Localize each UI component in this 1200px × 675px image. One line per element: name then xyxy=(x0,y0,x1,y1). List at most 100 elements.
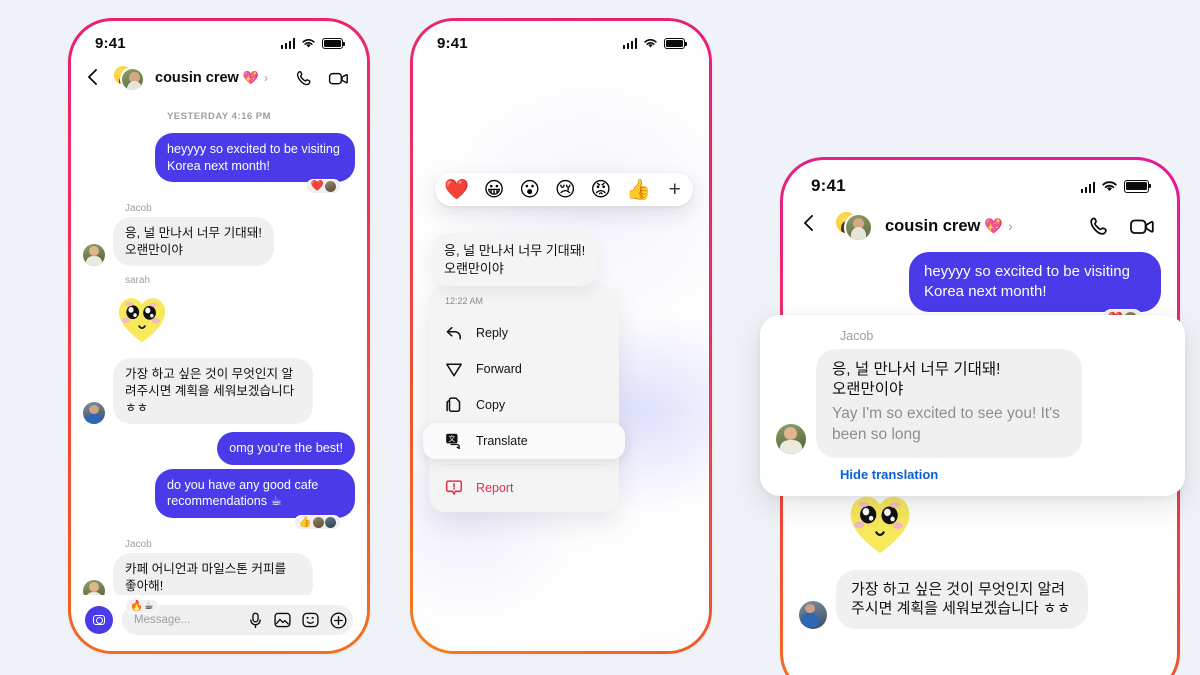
translated-text: Yay I'm so excited to see you! It's been… xyxy=(832,405,1060,443)
message-row-outgoing[interactable]: heyyyy so excited to be visiting Korea n… xyxy=(83,133,355,183)
translate-icon: 文 xyxy=(445,432,463,450)
avatar[interactable] xyxy=(834,210,874,242)
phone-call-icon[interactable] xyxy=(1088,215,1111,238)
fire-icon: 🔥 xyxy=(130,600,144,613)
message-row-outgoing[interactable]: omg you're the best! xyxy=(83,432,355,465)
menu-item-label: Copy xyxy=(476,398,506,412)
message-bubble[interactable]: heyyyy so excited to be visiting Korea n… xyxy=(909,252,1161,312)
message-bubble[interactable]: do you have any good cafe recommendation… xyxy=(155,468,355,519)
phone-call-icon[interactable] xyxy=(295,69,314,88)
status-clock: 9:41 xyxy=(811,176,846,195)
phone-2-frame: 9:41 ❤️ 😀 😮 😢 😡 👍 + 응, 널 만나서 너무 기대돼! 오랜만… xyxy=(410,18,712,654)
composer-icons xyxy=(248,612,347,629)
thumbs-up-icon: 👍 xyxy=(298,516,312,529)
context-menu-wrap: 12:22 AM Reply Forward Copy 文 Translate … xyxy=(423,286,625,512)
yellow-heart-face-sticker[interactable] xyxy=(113,289,355,352)
chat-header: cousin crew 💖 › xyxy=(71,56,367,101)
surprised-face-icon[interactable]: 😮 xyxy=(519,180,540,200)
menu-item-copy[interactable]: Copy xyxy=(429,387,619,423)
avatar xyxy=(776,424,806,455)
status-bar: 9:41 xyxy=(71,21,367,56)
sparkling-heart-icon: 💖 xyxy=(242,70,259,85)
focused-message-bubble[interactable]: 응, 널 만나서 너무 기대돼! 오랜만이야 xyxy=(431,233,599,287)
chat-title-group[interactable]: cousin crew 💖 › xyxy=(155,70,268,86)
message-thread[interactable]: YESTERDAY 4:16 PM heyyyy so excited to b… xyxy=(71,111,367,614)
reaction-badge[interactable]: ❤️ xyxy=(305,179,341,195)
avatar[interactable] xyxy=(112,64,146,92)
video-camera-icon[interactable] xyxy=(1129,215,1155,238)
copy-pages-icon xyxy=(445,396,463,414)
reaction-badge[interactable]: 👍 xyxy=(293,515,341,531)
status-icons xyxy=(280,38,345,49)
message-row-incoming[interactable]: 응, 널 만나서 너무 기대돼! 오랜만이야 xyxy=(83,217,355,267)
cellular-bars-icon xyxy=(280,38,295,49)
message-bubble[interactable]: 응, 널 만나서 너무 기대돼! 오랜만이야 Yay I'm so excite… xyxy=(816,349,1082,459)
message-composer xyxy=(71,595,367,651)
screenshot-canvas: 9:41 cousin crew 💖 › YESTERDAY 4:16 PM h… xyxy=(0,0,1200,675)
report-warning-icon xyxy=(445,479,463,497)
crying-face-icon[interactable]: 😢 xyxy=(555,180,576,200)
header-actions xyxy=(295,69,349,88)
reaction-badge[interactable]: 🔥 ☕ xyxy=(125,599,159,614)
message-row-incoming[interactable]: 가장 하고 싶은 것이 무엇인지 알려주시면 계획을 세워보겠습니다 ㅎㅎ xyxy=(83,358,355,425)
angry-face-icon[interactable]: 😡 xyxy=(590,180,611,200)
camera-icon[interactable] xyxy=(85,606,113,634)
status-icons xyxy=(622,38,687,49)
page-title: cousin crew xyxy=(155,70,239,86)
red-heart-icon[interactable]: ❤️ xyxy=(444,180,469,200)
phone-2-screen: 9:41 ❤️ 😀 😮 😢 😡 👍 + 응, 널 만나서 너무 기대돼! 오랜만… xyxy=(413,21,709,651)
grinning-face-icon[interactable]: 😀 xyxy=(484,180,505,200)
status-clock: 9:41 xyxy=(95,35,126,52)
video-camera-icon[interactable] xyxy=(328,69,349,88)
context-menu[interactable]: 12:22 AM Reply Forward Copy 文 Translate … xyxy=(423,286,625,512)
cellular-bars-icon xyxy=(1080,180,1095,193)
avatar-primary xyxy=(120,67,145,92)
avatar xyxy=(799,601,827,630)
menu-item-report[interactable]: Report xyxy=(429,470,619,506)
sparkling-heart-icon: 💖 xyxy=(984,218,1004,235)
menu-item-reply[interactable]: Reply xyxy=(429,315,619,351)
yellow-heart-face-sticker[interactable] xyxy=(843,485,1161,564)
thumbs-up-icon[interactable]: 👍 xyxy=(626,180,651,200)
reactor-avatar xyxy=(325,181,336,193)
message-bubble[interactable]: heyyyy so excited to be visiting Korea n… xyxy=(155,133,355,183)
coffee-icon: ☕ xyxy=(144,600,154,613)
plus-circle-icon[interactable] xyxy=(330,612,347,629)
header-actions xyxy=(1088,215,1155,238)
back-chevron-icon[interactable] xyxy=(801,215,823,237)
message-row-outgoing[interactable]: do you have any good cafe recommendation… xyxy=(83,468,355,519)
status-clock: 9:41 xyxy=(437,35,468,52)
message-row-outgoing[interactable]: heyyyy so excited to be visiting Korea n… xyxy=(799,252,1161,312)
chevron-right-icon: › xyxy=(264,71,268,85)
avatar-primary xyxy=(844,213,873,242)
translation-body: 응, 널 만나서 너무 기대돼! 오랜만이야 Yay I'm so excite… xyxy=(776,349,1167,459)
sticker-icon[interactable] xyxy=(302,612,319,628)
status-bar: 9:41 xyxy=(783,160,1177,200)
message-bubble[interactable]: 가장 하고 싶은 것이 무엇인지 알려주시면 계획을 세워보겠습니다 ㅎㅎ xyxy=(113,358,313,425)
back-chevron-icon[interactable] xyxy=(85,69,103,87)
menu-item-label: Reply xyxy=(476,326,508,340)
battery-full-icon xyxy=(1124,179,1151,193)
microphone-icon[interactable] xyxy=(248,612,263,629)
menu-item-label: Forward xyxy=(476,362,522,376)
reaction-picker-bar[interactable]: ❤️ 😀 😮 😢 😡 👍 + xyxy=(435,173,693,206)
photo-icon[interactable] xyxy=(274,612,291,628)
reactor-avatar xyxy=(313,517,324,529)
menu-item-forward[interactable]: Forward xyxy=(429,351,619,387)
message-bubble[interactable]: omg you're the best! xyxy=(217,432,355,465)
message-row-incoming[interactable]: 가장 하고 싶은 것이 무엇인지 알려주시면 계획을 세워보겠습니다 ㅎㅎ xyxy=(799,569,1161,630)
wifi-icon xyxy=(644,39,657,48)
menu-item-translate[interactable]: 文 Translate xyxy=(423,423,625,459)
hide-translation-link[interactable]: Hide translation xyxy=(840,467,1167,482)
battery-full-icon xyxy=(664,38,687,49)
add-reaction-button[interactable]: + xyxy=(666,179,684,200)
message-sender-name: Jacob xyxy=(125,539,152,551)
chevron-right-icon: › xyxy=(1008,218,1013,234)
reaction-row: ❤️ xyxy=(83,179,355,195)
reactor-avatar xyxy=(325,517,336,529)
chat-title-group[interactable]: cousin crew 💖 › xyxy=(885,217,1013,236)
original-text: 응, 널 만나서 너무 기대돼! 오랜만이야 xyxy=(832,361,1001,399)
message-bubble[interactable]: 가장 하고 싶은 것이 무엇인지 알려주시면 계획을 세워보겠습니다 ㅎㅎ xyxy=(836,569,1088,630)
message-bubble[interactable]: 응, 널 만나서 너무 기대돼! 오랜만이야 xyxy=(113,217,274,267)
cellular-bars-icon xyxy=(622,38,637,49)
